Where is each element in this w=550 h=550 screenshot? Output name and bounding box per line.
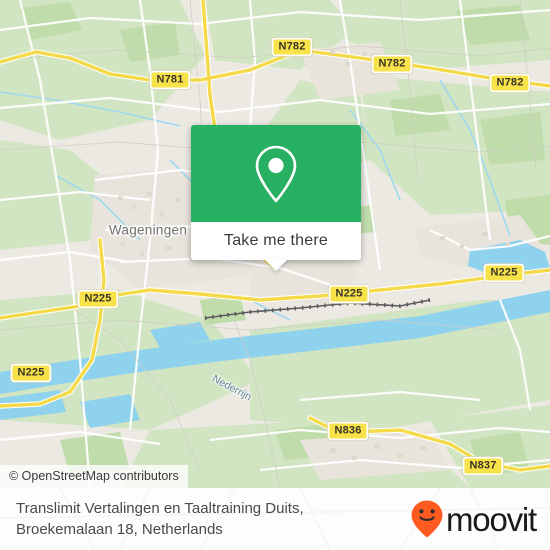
page-footer: Translimit Vertalingen en Taaltraining D… — [0, 488, 550, 550]
place-label-wageningen: Wageningen — [108, 222, 188, 238]
card-header — [191, 125, 361, 222]
road-shield: N782 — [489, 73, 531, 93]
map-screenshot: N781 N782 N782 N782 N225 N225 N225 N225 … — [0, 0, 550, 550]
take-me-there-label: Take me there — [224, 232, 328, 249]
road-shield: N836 — [327, 421, 369, 441]
road-shield: N225 — [328, 284, 370, 304]
map-canvas[interactable]: N781 N782 N782 N782 N225 N225 N225 N225 … — [0, 0, 550, 488]
location-callout-card[interactable]: Take me there — [191, 125, 361, 271]
road-shield: N781 — [149, 70, 191, 90]
road-shield: N782 — [371, 54, 413, 74]
road-shield: N837 — [462, 456, 504, 476]
map-pin-icon — [255, 145, 297, 202]
moovit-wordmark: moovit — [446, 500, 537, 538]
osm-attribution[interactable]: © OpenStreetMap contributors — [0, 465, 188, 488]
moovit-logo[interactable]: moovit — [410, 499, 537, 539]
location-title: Translimit Vertalingen en Taaltraining D… — [16, 500, 304, 538]
moovit-pin-smiley-icon — [411, 500, 443, 538]
road-shield: N225 — [77, 289, 119, 309]
road-shield: N225 — [483, 263, 525, 283]
road-shield: N225 — [10, 363, 52, 383]
road-shield: N782 — [271, 37, 313, 57]
card-pointer-tail — [264, 259, 288, 271]
card-action[interactable]: Take me there — [191, 222, 361, 271]
